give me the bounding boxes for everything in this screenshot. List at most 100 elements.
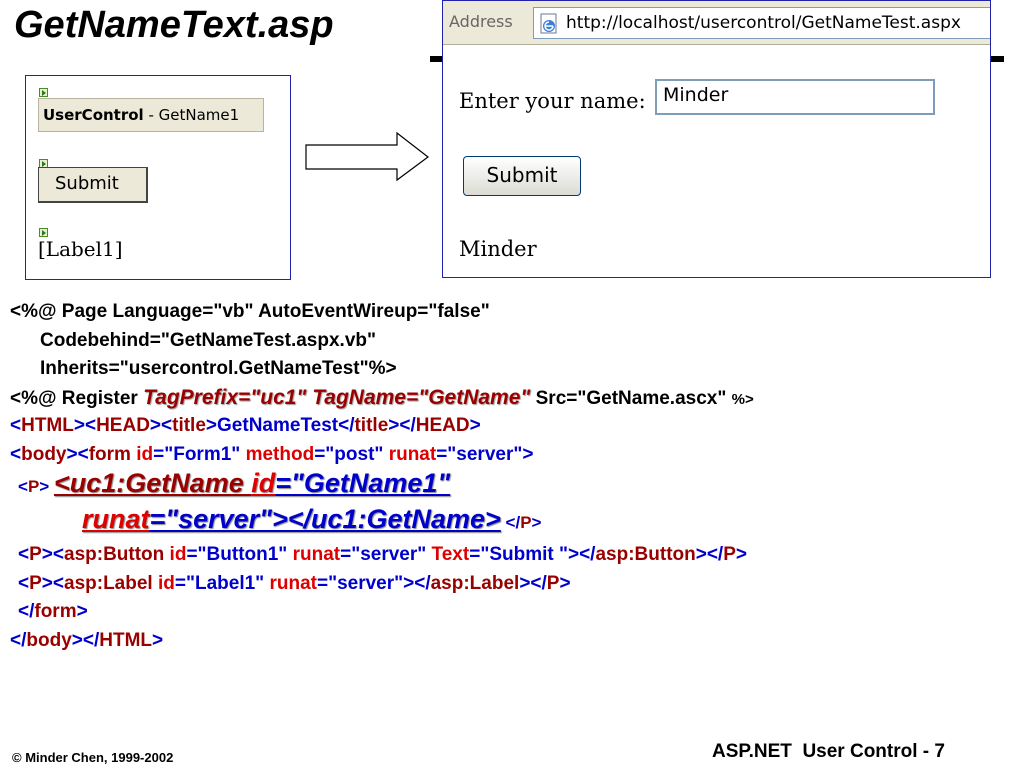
code-token: ="server"> [436,443,534,465]
usercontrol-id: - GetName1 [143,106,240,124]
code-token: > [469,415,481,436]
code-token: ="Submit "></ [469,544,596,565]
submit-button[interactable]: Submit [463,156,581,196]
code-token: </ [18,601,35,622]
code-token: >< [73,415,97,436]
code-token: ="post" [314,443,389,465]
code-token: title [172,415,206,436]
code-token: < [10,443,22,465]
designer-view-panel: UserControl - GetName1 Submit [Label1] [25,75,291,280]
name-input[interactable]: Minder [655,79,935,115]
code-token: asp:Label [430,572,520,594]
code-token: Text [431,544,470,565]
code-token: ></ [695,544,724,565]
code-line-7: <P> <uc1:GetName id="GetName1" [10,469,754,505]
address-label: Address [449,12,513,31]
designer-label-control[interactable]: [Label1] [38,237,123,261]
code-line-4: <%@ Register TagPrefix="uc1" TagName="Ge… [10,384,754,413]
code-token: id [130,443,154,465]
code-token: P [29,544,42,565]
code-token: HEAD [415,415,470,436]
address-field[interactable]: http://localhost/usercontrol/GetNameTest… [533,7,990,39]
slide-number-footer: ASP.NET User Control - 7 [712,741,945,762]
code-token: P [520,513,532,532]
code-token: ="Form1" [153,443,246,465]
code-token: ></ [388,415,416,436]
code-token: > [152,629,164,651]
address-url: http://localhost/usercontrol/GetNameTest… [566,13,961,33]
code-token: >< [41,572,64,594]
enter-name-label: Enter your name: [459,89,646,113]
code-token: form [34,601,77,622]
address-bar: Address http://localhost/usercontrol/Get… [443,1,990,45]
code-token: < [18,572,30,594]
code-token: < [18,477,28,496]
result-label: Minder [459,237,537,261]
code-token: asp:Label [64,572,158,594]
code-token: ></ [519,572,547,594]
code-line-5: <HTML><HEAD><title>GetNameTest</title></… [10,412,754,441]
code-token: ="Button1" [186,544,293,565]
code-token: P [723,544,736,565]
browser-window: Address http://localhost/usercontrol/Get… [442,0,991,278]
code-token: Src="GetName.ascx" [530,387,732,409]
code-token: ="server"></uc1:GetName> [149,504,501,534]
copyright-footer: © Minder Chen, 1999-2002 [12,750,174,765]
code-listing: <%@ Page Language="vb" AutoEventWireup="… [10,298,754,655]
code-token: > [735,544,748,565]
code-token: > [559,572,571,594]
code-token: < [18,544,30,565]
code-token: asp:Button [64,544,170,565]
code-line-11: </form> [10,598,754,627]
code-token: HTML [99,629,153,651]
code-token: > [76,601,88,622]
code-token: method [245,443,315,465]
code-token: P [27,477,40,496]
code-line-6: <body><form id="Form1" method="post" run… [10,441,754,470]
code-token: form [88,443,131,465]
code-token: P [29,572,42,594]
code-token: ="server"></ [316,572,431,594]
code-token: < [10,415,22,436]
code-token: </ [338,415,355,436]
code-token: runat [292,544,341,565]
code-token: > [39,477,54,496]
code-token: id [157,572,175,594]
ie-page-icon [540,13,557,34]
code-token: ="server" [340,544,432,565]
code-token: HEAD [96,415,150,436]
code-token: <uc1:GetName [53,468,252,498]
right-arrow-icon [305,132,429,182]
code-token: runat [388,443,437,465]
code-token: > [531,513,542,532]
code-token: >< [66,443,89,465]
code-token: >< [41,544,64,565]
code-line-2: Codebehind="GetNameTest.aspx.vb" [40,329,376,351]
code-token: > [205,415,218,436]
code-token: ="GetName1" [275,468,451,498]
code-token: body [21,443,67,465]
code-token: body [26,629,72,651]
usercontrol-type: UserControl [43,106,144,124]
code-token: </ [10,629,27,651]
code-token: GetNameTest [217,415,339,436]
code-token: ></ [71,629,100,651]
code-line-10: <P><asp:Label id="Label1" runat="server"… [10,570,754,599]
designer-submit-button[interactable]: Submit [38,167,148,203]
code-line-9: <P><asp:Button id="Button1" runat="serve… [10,541,754,570]
slide-title: GetNameText.asp [14,4,334,46]
usercontrol-placeholder[interactable]: UserControl - GetName1 [38,98,264,132]
code-token: >< [149,415,173,436]
code-token: P [546,572,560,594]
code-line-3: Inherits="usercontrol.GetNameTest"%> [40,358,397,379]
code-token: id [251,468,276,498]
code-token: TagPrefix="uc1" TagName="GetName" [143,385,531,409]
code-token: id [169,544,187,565]
code-line-1: <%@ Page Language="vb" AutoEventWireup="… [10,301,490,322]
code-token: </ [500,513,521,532]
code-token: title [354,415,389,436]
code-token: HTML [21,415,74,436]
code-token: %> [731,390,754,408]
code-token: asp:Button [595,544,696,565]
code-token: <%@ Register [10,387,144,409]
